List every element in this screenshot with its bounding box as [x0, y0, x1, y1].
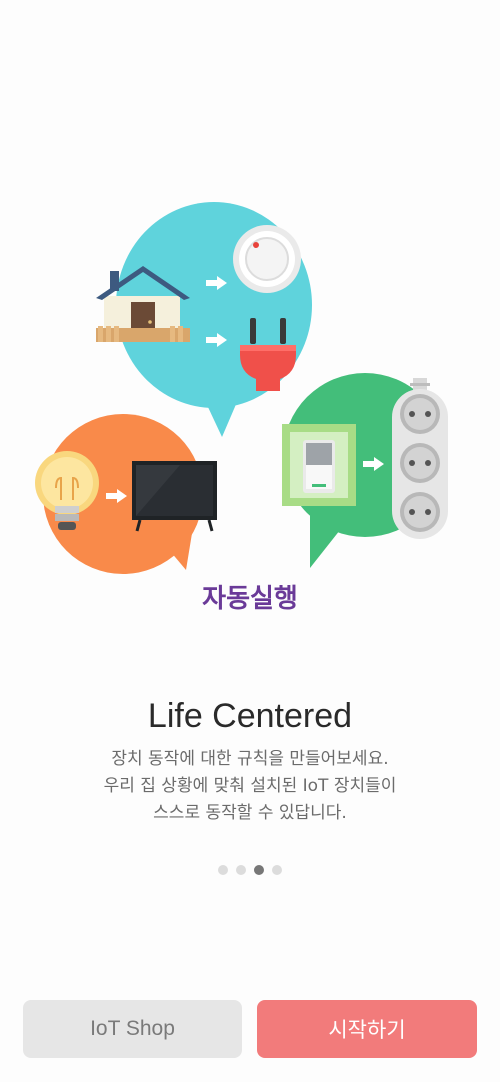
page-title: Life Centered [147, 697, 353, 735]
description-line: 우리 집 상황에 맞춰 설치된 IoT 장치들이 [103, 776, 397, 796]
description: 장치 동작에 대한 규칙을 만들어보세요. 우리 집 상황에 맞춰 설치된 Io… [0, 746, 500, 827]
start-button[interactable]: 시작하기 [257, 1000, 477, 1058]
dial-icon [233, 225, 301, 293]
description-line: 스스로 동작할 수 있답니다. [153, 803, 347, 823]
page-dot[interactable] [236, 865, 246, 875]
power-strip-icon [392, 378, 448, 539]
page-indicator [0, 865, 500, 875]
description-line: 장치 동작에 대한 규칙을 만들어보세요. [111, 749, 389, 769]
iot-shop-button[interactable]: IoT Shop [23, 1000, 242, 1058]
automation-illustration [35, 202, 448, 574]
page-dot-active[interactable] [254, 865, 264, 875]
page-dot[interactable] [272, 865, 282, 875]
illustration-caption: 자동실행 [202, 584, 298, 614]
page-dot[interactable] [218, 865, 228, 875]
switch-icon [282, 424, 356, 506]
